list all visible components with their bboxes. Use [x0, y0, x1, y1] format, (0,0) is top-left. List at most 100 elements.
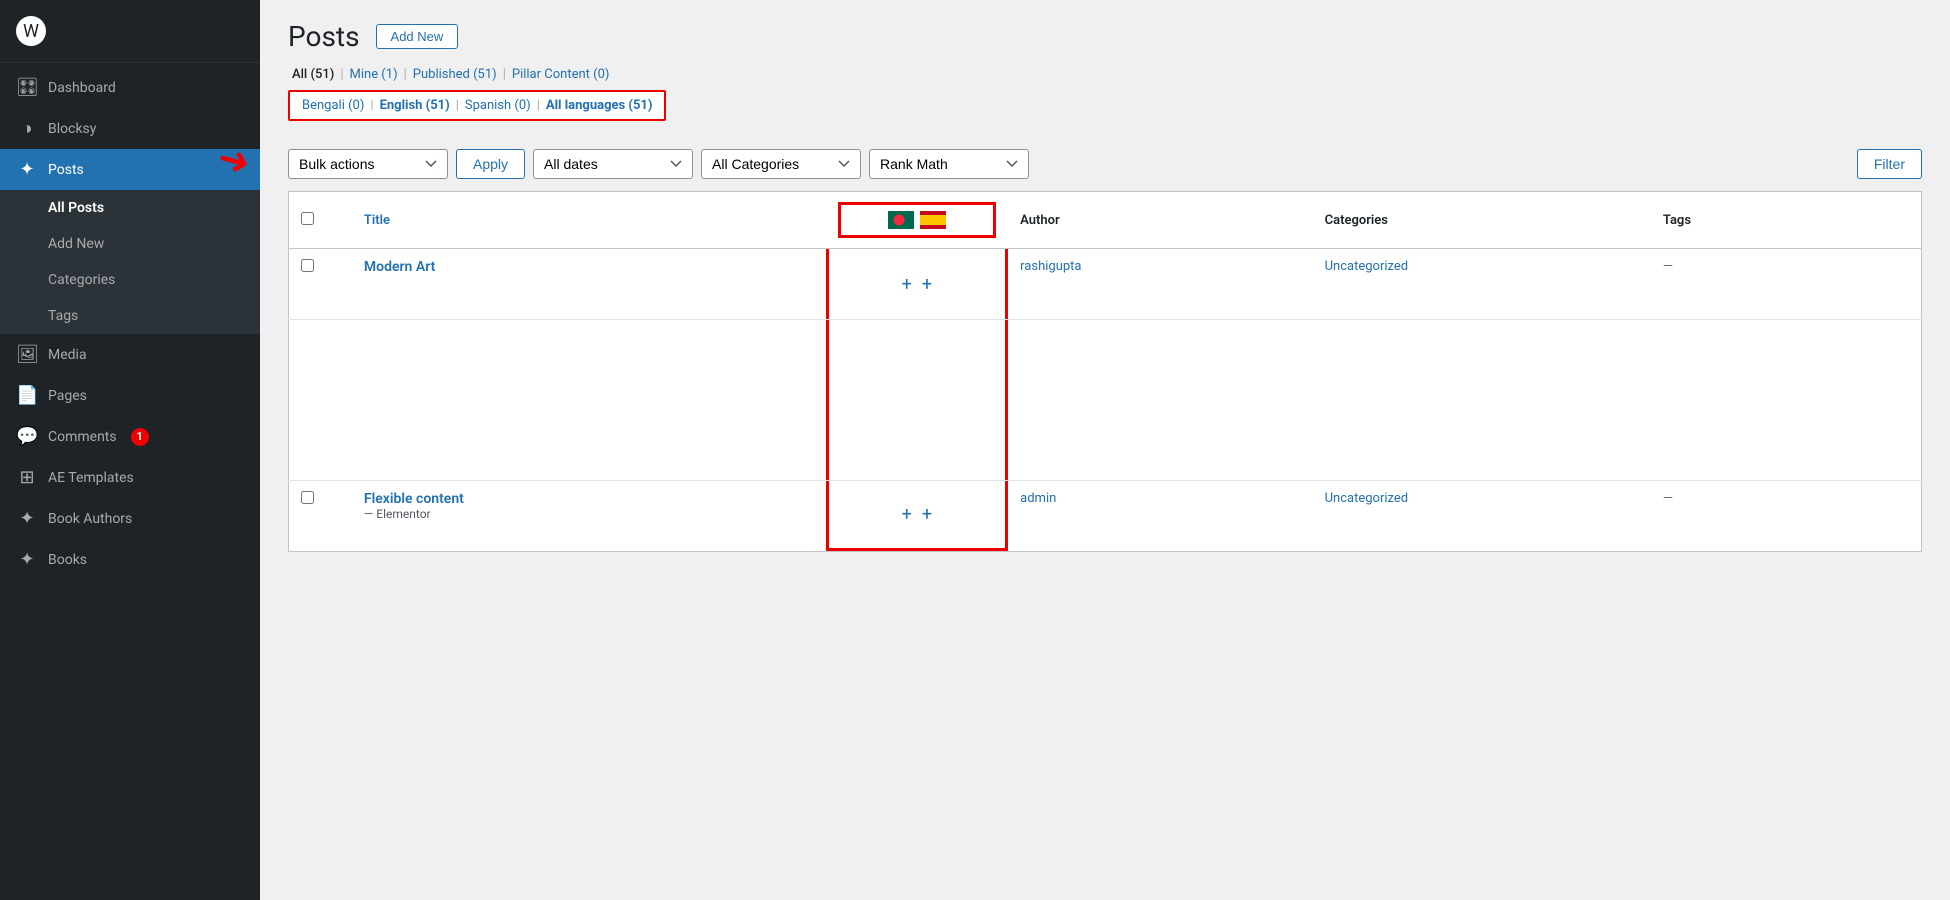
comments-icon: 💬: [16, 426, 38, 447]
lang-filter-spanish[interactable]: Spanish (0): [465, 98, 531, 113]
sidebar-item-ae-templates[interactable]: ⊞ AE Templates: [0, 457, 260, 498]
th-flags: [826, 192, 1009, 249]
post-subtitle: — Elementor: [364, 507, 814, 521]
sidebar-item-label: AE Templates: [48, 470, 134, 486]
filter-link-pillar[interactable]: Pillar Content (0): [512, 67, 610, 82]
filter-link-all[interactable]: All (51): [292, 67, 334, 82]
add-new-label: Add New: [48, 236, 104, 252]
sidebar-item-label: Pages: [48, 388, 87, 404]
th-author: Author: [1008, 192, 1312, 249]
row-checkbox[interactable]: [301, 491, 314, 504]
sidebar-item-label: Books: [48, 552, 87, 568]
row-categories-cell: Uncategorized: [1313, 249, 1651, 320]
sidebar: W 🎛 Dashboard ◑ Blocksy ✦ Posts All Post…: [0, 0, 260, 900]
lang-filter-wrapper: Bengali (0) | English (51) | Spanish (0)…: [288, 90, 1922, 135]
apply-button[interactable]: Apply: [456, 149, 525, 179]
sidebar-item-book-authors[interactable]: ✦ Book Authors: [0, 498, 260, 539]
blocksy-icon: ◑: [16, 118, 38, 139]
row-flags-cell: + +: [826, 249, 1009, 320]
posts-submenu: All Posts Add New Categories Tags: [0, 190, 260, 334]
dashboard-icon: 🎛: [16, 77, 38, 98]
filter-link-mine[interactable]: Mine (1): [350, 67, 398, 82]
category-link[interactable]: Uncategorized: [1325, 259, 1408, 274]
posts-icon: ✦: [16, 159, 38, 180]
rank-math-select[interactable]: Rank Math: [869, 149, 1029, 179]
sidebar-item-blocksy[interactable]: ◑ Blocksy: [0, 108, 260, 149]
row-tags-cell: —: [1651, 249, 1922, 320]
sidebar-item-media[interactable]: 🖼 Media: [0, 334, 260, 375]
page-title: Posts: [288, 20, 360, 53]
sidebar-item-tags[interactable]: Tags: [0, 298, 260, 334]
sidebar-item-label: Media: [48, 347, 87, 363]
filter-button[interactable]: Filter: [1857, 149, 1922, 179]
sidebar-item-add-new[interactable]: Add New: [0, 226, 260, 262]
add-spanish-translation-button[interactable]: +: [922, 274, 932, 295]
bulk-actions-select[interactable]: Bulk actions: [288, 149, 448, 179]
lang-filter-row: Bengali (0) | English (51) | Spanish (0)…: [288, 90, 666, 121]
tags-dash: —: [1663, 259, 1673, 274]
row-author-cell: admin: [1008, 481, 1312, 552]
main-content: Posts Add New All (51) | Mine (1) | Publ…: [260, 0, 1950, 900]
th-categories: Categories: [1313, 192, 1651, 249]
media-icon: 🖼: [16, 344, 38, 365]
table-row: Flexible content — Elementor + + admin U…: [289, 481, 1922, 552]
category-link[interactable]: Uncategorized: [1325, 491, 1408, 506]
books-icon: ✦: [16, 549, 38, 570]
row-checkbox-cell: [289, 249, 352, 320]
lang-filter-all[interactable]: All languages (51): [546, 98, 653, 113]
sidebar-item-label: Blocksy: [48, 121, 96, 137]
lang-filter-bengali[interactable]: Bengali (0): [302, 98, 364, 113]
sidebar-item-all-posts[interactable]: All Posts: [0, 190, 260, 226]
sidebar-item-books[interactable]: ✦ Books: [0, 539, 260, 580]
row-tags-cell: —: [1651, 481, 1922, 552]
row-checkbox[interactable]: [301, 259, 314, 272]
sidebar-item-categories[interactable]: Categories: [0, 262, 260, 298]
categories-label: Categories: [48, 272, 115, 288]
add-new-button[interactable]: Add New: [376, 24, 459, 49]
post-title-link[interactable]: Flexible content: [364, 491, 464, 507]
sidebar-item-label: Dashboard: [48, 80, 116, 96]
th-title: Title: [352, 192, 826, 249]
author-link[interactable]: admin: [1020, 491, 1056, 506]
wp-logo-icon: W: [16, 16, 46, 46]
row-author-cell: rashigupta: [1008, 249, 1312, 320]
title-sort-link[interactable]: Title: [364, 213, 390, 228]
sidebar-item-dashboard[interactable]: 🎛 Dashboard: [0, 67, 260, 108]
add-spanish-translation-button-2[interactable]: +: [922, 504, 932, 525]
book-authors-icon: ✦: [16, 508, 38, 529]
sidebar-item-comments[interactable]: 💬 Comments 1: [0, 416, 260, 457]
posts-table: Title: [288, 191, 1922, 552]
flag-bd-icon: [888, 211, 914, 229]
th-checkbox: [289, 192, 352, 249]
th-tags: Tags: [1651, 192, 1922, 249]
sidebar-item-label: Comments: [48, 429, 117, 445]
tags-dash: —: [1663, 491, 1673, 506]
add-bengali-translation-button-2[interactable]: +: [902, 504, 912, 525]
filter-link-published[interactable]: Published (51): [413, 67, 497, 82]
comments-badge: 1: [131, 428, 149, 446]
flags-header: [838, 202, 997, 238]
sidebar-item-pages[interactable]: 📄 Pages: [0, 375, 260, 416]
ae-templates-icon: ⊞: [16, 467, 38, 488]
row-title-cell: Modern Art: [352, 249, 826, 320]
row-checkbox-cell: [289, 481, 352, 552]
page-header: Posts Add New: [288, 20, 1922, 53]
lang-filter-english[interactable]: English (51): [380, 98, 450, 113]
sidebar-item-posts[interactable]: ✦ Posts: [0, 149, 260, 190]
all-dates-select[interactable]: All dates: [533, 149, 693, 179]
filter-links-row: All (51) | Mine (1) | Published (51) | P…: [288, 67, 1922, 82]
all-categories-select[interactable]: All Categories: [701, 149, 861, 179]
author-link[interactable]: rashigupta: [1020, 259, 1081, 274]
table-row: Modern Art + + rashigupta Uncategorized …: [289, 249, 1922, 320]
row-flags-cell: + +: [826, 481, 1009, 552]
post-title-link[interactable]: Modern Art: [364, 259, 435, 275]
sidebar-item-label: Book Authors: [48, 511, 132, 527]
pages-icon: 📄: [16, 385, 38, 406]
tags-label: Tags: [48, 308, 78, 324]
wp-logo: W: [0, 0, 260, 63]
all-posts-label: All Posts: [48, 200, 104, 216]
add-bengali-translation-button[interactable]: +: [902, 274, 912, 295]
row-title-cell: Flexible content — Elementor: [352, 481, 826, 552]
select-all-checkbox[interactable]: [301, 212, 314, 225]
spacer-row: [289, 320, 1922, 481]
